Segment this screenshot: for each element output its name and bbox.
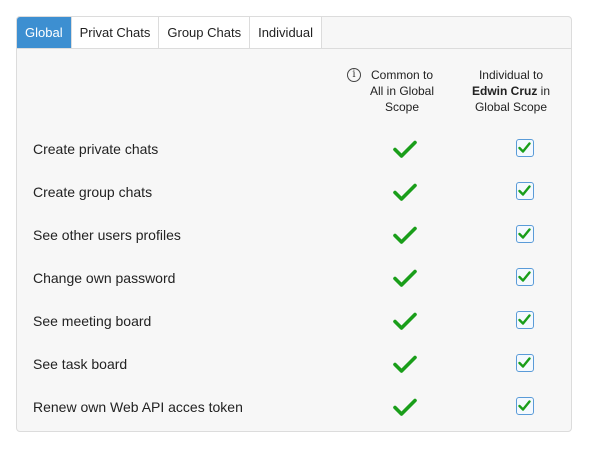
check-icon — [393, 139, 417, 159]
individual-permission-checkbox[interactable] — [516, 182, 534, 200]
check-icon — [393, 225, 417, 245]
check-icon — [393, 268, 417, 288]
checkbox-check-icon — [518, 185, 531, 196]
common-header-line2: All in Global — [369, 84, 435, 98]
individual-header-user: Edwin Cruz — [471, 84, 538, 98]
check-icon — [393, 354, 417, 374]
checkbox-check-icon — [518, 314, 531, 325]
individual-header-suffix: Global Scope — [474, 100, 548, 114]
tab-privat-chats[interactable]: Privat Chats — [71, 17, 160, 48]
common-header-line3: Scope — [384, 100, 420, 114]
permission-row: See meeting board — [33, 305, 563, 337]
individual-permission-checkbox[interactable] — [516, 311, 534, 329]
individual-header-in: in — [540, 84, 551, 98]
checkbox-check-icon — [518, 271, 531, 282]
permission-row: See other users profiles — [33, 219, 563, 251]
checkbox-check-icon — [518, 228, 531, 239]
individual-header-prefix: Individual to — [478, 68, 544, 82]
permission-label: See task board — [33, 356, 128, 372]
tab-group-chats[interactable]: Group Chats — [159, 17, 251, 48]
tab-global[interactable]: Global — [17, 17, 72, 48]
individual-permission-checkbox[interactable] — [516, 139, 534, 157]
permission-row: Create group chats — [33, 176, 563, 208]
permission-label: Create private chats — [33, 141, 159, 157]
check-icon — [393, 311, 417, 331]
common-header-line1: Common to — [370, 68, 434, 82]
permission-label: See other users profiles — [33, 227, 181, 243]
permission-row: Renew own Web API acces token — [33, 391, 563, 423]
permissions-panel: Global Privat Chats Group Chats Individu… — [16, 16, 572, 432]
individual-permission-checkbox[interactable] — [516, 225, 534, 243]
info-icon[interactable]: i — [347, 68, 361, 82]
permission-row: Create private chats — [33, 133, 563, 165]
scope-tabs: Global Privat Chats Group Chats Individu… — [17, 17, 571, 49]
individual-permission-checkbox[interactable] — [516, 268, 534, 286]
check-icon — [393, 182, 417, 202]
checkbox-check-icon — [518, 357, 531, 368]
checkbox-check-icon — [518, 142, 531, 153]
permission-label: Change own password — [33, 270, 176, 286]
permission-label: Create group chats — [33, 184, 153, 200]
individual-permission-checkbox[interactable] — [516, 354, 534, 372]
column-header-individual: Individual to Edwin Cruz in Global Scope — [463, 67, 559, 115]
permission-row: See task board — [33, 348, 563, 380]
checkbox-check-icon — [518, 400, 531, 411]
permission-label: See meeting board — [33, 313, 152, 329]
individual-permission-checkbox[interactable] — [516, 397, 534, 415]
tab-individual[interactable]: Individual — [250, 17, 323, 48]
check-icon — [393, 397, 417, 417]
permission-label: Renew own Web API acces token — [33, 399, 243, 415]
permission-row: Change own password — [33, 262, 563, 294]
